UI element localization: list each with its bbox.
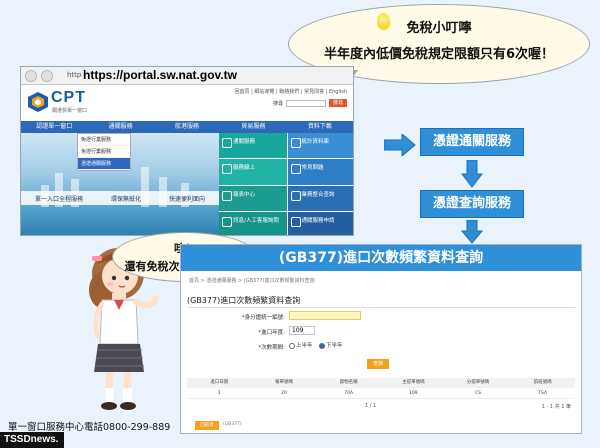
service-tile[interactable]: 通關服務 bbox=[219, 133, 287, 159]
table-cell: 70A bbox=[344, 391, 354, 396]
service-tiles: 通關服務 統計資料庫 服務線上 常見問題 報表中心 業務整合查詢 訊息/人工客服… bbox=[219, 133, 353, 235]
tip-text: 半年度內低價免稅規定限額只有6次喔！ bbox=[323, 47, 555, 62]
column-header: 航班號碼 bbox=[533, 380, 552, 385]
pagination: 1 / 1 1 - 1 共 1 筆 bbox=[187, 403, 575, 413]
search-label: 搜尋 bbox=[272, 100, 283, 107]
portal-logo[interactable]: CPT bbox=[51, 89, 86, 107]
table-cell: 109 bbox=[409, 391, 418, 396]
id-number-label: *身分證統一編號: bbox=[241, 315, 285, 321]
arrow-down-icon bbox=[461, 220, 483, 244]
arrow-down-icon bbox=[461, 160, 483, 188]
column-header: 報單號碼 bbox=[275, 380, 293, 385]
panel-header: (GB377)進口次數頻繁資料查詢 bbox=[181, 245, 581, 271]
portal-top-links[interactable]: 回首頁 | 網站導覽 | 聯絡我們 | 常見問答 | English bbox=[234, 88, 347, 95]
column-header: 貨物名稱 bbox=[339, 380, 358, 385]
portal-hero: 免證行業服務 免證行業服務 憑證通關服務 單一入口全程服務 環保無紙化 快速便利… bbox=[21, 133, 353, 235]
portal-search: 搜尋 搜尋 bbox=[273, 99, 347, 107]
customs-dropdown: 免證行業服務 免證行業服務 憑證通關服務 bbox=[77, 133, 131, 171]
column-header: 分提單號碼 bbox=[466, 380, 490, 385]
dropdown-item-cert-customs[interactable]: 憑證通關服務 bbox=[78, 158, 130, 170]
gb377-query-panel: (GB377)進口次數頻繁資料查詢 首頁 > 憑證通關服務 > (GB377)進… bbox=[180, 244, 582, 434]
divider bbox=[187, 307, 575, 308]
service-tile[interactable]: 統計資料庫 bbox=[287, 133, 353, 159]
table-cell: 20 bbox=[281, 391, 287, 396]
service-tile[interactable]: 服務線上 bbox=[219, 159, 287, 185]
column-header: 進口日期 bbox=[210, 380, 229, 385]
record-count: 1 - 1 共 1 筆 bbox=[541, 404, 571, 410]
radio-dot-selected[interactable] bbox=[319, 342, 325, 349]
period-second-half-radio[interactable]: 下半年 bbox=[319, 341, 343, 349]
footer-tag: (GB377) bbox=[223, 422, 242, 427]
menu-item-download[interactable]: 資料下載 bbox=[287, 121, 353, 133]
query-button[interactable]: 查詢 bbox=[367, 359, 389, 369]
service-tile[interactable]: 常見問題 bbox=[287, 159, 353, 185]
radio-dot[interactable] bbox=[289, 342, 295, 349]
result-table-header: 進口日期 報單號碼 貨物名稱 主提單號碼 分提單號碼 航班號碼 bbox=[187, 378, 575, 388]
forward-icon[interactable] bbox=[41, 70, 53, 82]
search-input[interactable] bbox=[286, 99, 326, 107]
breadcrumb[interactable]: 首頁 > 憑證通關服務 > (GB377)進口次數頻繁資料查詢 bbox=[189, 277, 315, 284]
dropdown-item[interactable]: 免證行業服務 bbox=[78, 146, 130, 158]
radio-label: 上半年 bbox=[296, 343, 313, 349]
column-header: 主提單號碼 bbox=[402, 380, 425, 385]
hero-links: 單一入口全程服務 環保無紙化 快速便利面向 bbox=[21, 191, 219, 205]
service-tile[interactable]: 業務整合查詢 bbox=[287, 185, 353, 211]
menu-item-trade[interactable]: 貿易服務 bbox=[220, 121, 286, 133]
period-first-half-radio[interactable]: 上半年 bbox=[289, 341, 313, 349]
portal-url[interactable]: https://portal.sw.nat.gov.tw bbox=[83, 68, 237, 82]
table-cell: TSA bbox=[538, 391, 548, 396]
page-title: (GB377)進口次數頻繁資料查詢 bbox=[187, 296, 301, 305]
menu-item-single-window[interactable]: 認證單一窗口 bbox=[21, 121, 87, 133]
radio-label: 下半年 bbox=[326, 343, 343, 349]
service-tile[interactable]: 通關服務申請 bbox=[287, 211, 353, 235]
import-year-field[interactable]: 109 bbox=[289, 326, 315, 335]
hero-link[interactable]: 單一入口全程服務 bbox=[35, 194, 83, 203]
back-button[interactable]: 回前頁 bbox=[195, 421, 219, 430]
id-number-field[interactable] bbox=[289, 311, 361, 320]
back-icon[interactable] bbox=[25, 70, 37, 82]
search-button[interactable]: 搜尋 bbox=[329, 99, 347, 107]
address-bar[interactable]: http https://portal.sw.nat.gov.tw bbox=[21, 67, 353, 85]
menu-item-port[interactable]: 航港服務 bbox=[154, 121, 220, 133]
cpt-logo-icon bbox=[28, 92, 48, 112]
arrow-right-icon bbox=[384, 134, 416, 156]
table-cell: 1 bbox=[217, 391, 221, 396]
portal-logo-subtitle: 關港貿單一窗口 bbox=[52, 108, 88, 114]
service-tile[interactable]: 報表中心 bbox=[219, 185, 287, 211]
period-label: *次數期間: bbox=[258, 345, 285, 351]
table-cell: CS bbox=[475, 391, 482, 396]
portal-main-menu: 認證單一窗口 通關服務 航港服務 貿易服務 資料下載 bbox=[21, 121, 353, 133]
portal-header: CPT 關港貿單一窗口 回首頁 | 網站導覽 | 聯絡我們 | 常見問答 | E… bbox=[21, 85, 353, 121]
portal-screenshot: http https://portal.sw.nat.gov.tw CPT 關港… bbox=[20, 66, 354, 236]
tip-title: 免稅小叮嚀 bbox=[406, 21, 472, 36]
cert-customs-service-box: 憑證通關服務 bbox=[420, 128, 524, 156]
import-year-label: *進口年度: bbox=[258, 330, 285, 336]
cert-query-service-box: 憑證查詢服務 bbox=[420, 190, 524, 218]
service-tile[interactable]: 訊息/人工客服詢問 bbox=[219, 211, 287, 235]
menu-item-customs[interactable]: 通關服務 bbox=[87, 121, 153, 133]
page-indicator[interactable]: 1 / 1 bbox=[365, 403, 376, 409]
url-prefix: http bbox=[67, 71, 82, 79]
dropdown-item[interactable]: 免證行業服務 bbox=[78, 134, 130, 146]
table-row: 1 20 70A 109 CS TSA bbox=[187, 389, 575, 399]
hero-link[interactable]: 快速便利面向 bbox=[169, 194, 205, 203]
watermark-logo: TSSDnews. bbox=[0, 432, 64, 448]
service-hotline: 單一窗口服務中心電話0800-299-889 bbox=[8, 422, 171, 433]
hero-link[interactable]: 環保無紙化 bbox=[111, 194, 141, 203]
